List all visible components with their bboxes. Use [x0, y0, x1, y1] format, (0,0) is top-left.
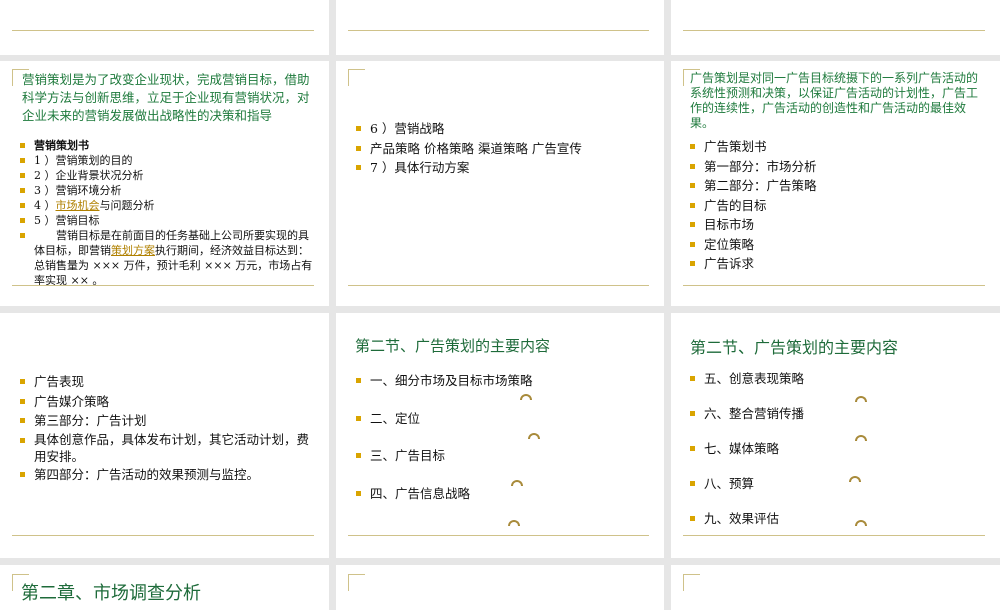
divider — [348, 30, 649, 31]
list-item: 2 ）企业背景状况分析 — [20, 168, 314, 183]
arc-icon — [855, 396, 867, 402]
list-item: 第四部分：广告活动的效果预测与监控。 — [20, 465, 318, 485]
divider — [348, 285, 649, 286]
bullet-list: 一、细分市场及目标市场策略 二、定位 三、广告目标 四、广告信息战略 — [356, 371, 646, 503]
list-item: 二、定位 — [356, 409, 646, 429]
list-item: 一、细分市场及目标市场策略 — [356, 371, 646, 391]
slide-market-research[interactable]: 第二章、市场调查分析 — [0, 565, 329, 610]
list-item: 目标市场 — [690, 215, 982, 235]
list-item: 三、广告目标 — [356, 446, 646, 466]
item-text: 与问题分析 — [99, 199, 155, 212]
divider — [348, 535, 649, 536]
divider — [683, 30, 985, 31]
list-item: 第二部分：广告策略 — [690, 176, 982, 196]
list-item: 6 ）营销战略 — [356, 119, 652, 139]
list-item: 广告诉求 — [690, 254, 982, 274]
plan-scheme-link[interactable]: 策划方案 — [111, 244, 155, 257]
slide-ad-content-1[interactable]: 第二节、广告策划的主要内容 一、细分市场及目标市场策略 二、定位 三、广告目标 … — [336, 313, 664, 558]
market-opportunity-link[interactable]: 市场机会 — [56, 199, 100, 212]
list-item: 七、媒体策略 — [690, 439, 980, 459]
slide-title: 第二节、广告策划的主要内容 — [355, 337, 551, 355]
slide-title: 第二章、市场调查分析 — [21, 583, 201, 604]
list-item: 营销目标是在前面目的任务基础上公司所要实现的具体目标，即营销策划方案执行期间，经… — [20, 228, 314, 288]
list-item: 产品策略 价格策略 渠道策略 广告宣传 — [356, 139, 652, 159]
item-text: 4 ） — [34, 199, 56, 212]
divider — [12, 535, 314, 536]
corner-decoration — [683, 574, 700, 591]
arc-icon — [855, 435, 867, 441]
list-item: 3 ）营销环境分析 — [20, 183, 314, 198]
list-item: 1 ）营销策划的目的 — [20, 153, 314, 168]
slide-marketing-strategy[interactable]: 6 ）营销战略 产品策略 价格策略 渠道策略 广告宣传 7 ）具体行动方案 — [336, 61, 664, 306]
list-item: 六、整合营销传播 — [690, 404, 980, 424]
list-item: 5 ）营销目标 — [20, 213, 314, 228]
list-item: 4 ）市场机会与问题分析 — [20, 198, 314, 213]
slide-marketing-plan[interactable]: 营销策划是为了改变企业现状，完成营销目标，借助科学方法与创新思维，立足于企业现有… — [0, 61, 329, 306]
slide-top-right[interactable] — [671, 0, 1000, 55]
list-item: 九、效果评估 — [690, 509, 980, 529]
list-item: 第一部分：市场分析 — [690, 157, 982, 177]
slide-intro-text: 营销策划是为了改变企业现状，完成营销目标，借助科学方法与创新思维，立足于企业现有… — [22, 72, 310, 123]
list-item: 广告表现 — [20, 372, 318, 392]
slide-ad-content-2[interactable]: 第二节、广告策划的主要内容 五、创意表现策略 六、整合营销传播 七、媒体策略 八… — [671, 313, 1000, 558]
bullet-list: 广告表现 广告媒介策略 第三部分：广告计划 具体创意作品，具体发布计划，其它活动… — [20, 372, 318, 484]
arc-icon — [520, 394, 532, 400]
arc-icon — [511, 480, 523, 486]
bullet-list: 广告策划书 第一部分：市场分析 第二部分：广告策略 广告的目标 目标市场 定位策… — [690, 137, 982, 274]
slide-ad-plan-parts[interactable]: 广告表现 广告媒介策略 第三部分：广告计划 具体创意作品，具体发布计划，其它活动… — [0, 313, 329, 558]
arc-icon — [855, 520, 867, 526]
slide-title: 第二节、广告策划的主要内容 — [690, 338, 899, 357]
bullet-list: 营销策划书 1 ）营销策划的目的 2 ）企业背景状况分析 3 ）营销环境分析 4… — [20, 138, 314, 288]
slide-bottom-right[interactable] — [671, 565, 1000, 610]
list-item: 五、创意表现策略 — [690, 369, 980, 389]
slide-top-middle[interactable] — [336, 0, 664, 55]
list-item: 八、预算 — [690, 474, 980, 494]
divider — [12, 285, 314, 286]
list-item: 第三部分：广告计划 — [20, 411, 318, 431]
divider — [683, 535, 985, 536]
list-item: 广告的目标 — [690, 196, 982, 216]
corner-decoration — [348, 69, 365, 86]
bullet-list: 6 ）营销战略 产品策略 价格策略 渠道策略 广告宣传 7 ）具体行动方案 — [356, 119, 652, 178]
list-item: 广告媒介策略 — [20, 392, 318, 412]
corner-decoration — [348, 574, 365, 591]
arc-icon — [528, 433, 540, 439]
list-item: 营销策划书 — [20, 138, 314, 153]
arc-icon — [849, 476, 861, 482]
divider — [12, 30, 314, 31]
slide-bottom-middle[interactable] — [336, 565, 664, 610]
divider — [683, 285, 985, 286]
slide-ad-planning[interactable]: 广告策划是对同一广告目标统摄下的一系列广告活动的系统性预测和决策，以保证广告活动… — [671, 61, 1000, 306]
list-item: 7 ）具体行动方案 — [356, 158, 652, 178]
list-item: 四、广告信息战略 — [356, 484, 646, 504]
list-item: 具体创意作品，具体发布计划，其它活动计划，费用安排。 — [20, 431, 318, 465]
list-item: 定位策略 — [690, 235, 982, 255]
slide-intro-text: 广告策划是对同一广告目标统摄下的一系列广告活动的系统性预测和决策，以保证广告活动… — [690, 71, 979, 130]
list-item: 广告策划书 — [690, 137, 982, 157]
arc-icon — [508, 520, 520, 526]
bullet-list: 五、创意表现策略 六、整合营销传播 七、媒体策略 八、预算 九、效果评估 — [690, 369, 980, 529]
slide-top-left[interactable] — [0, 0, 329, 55]
